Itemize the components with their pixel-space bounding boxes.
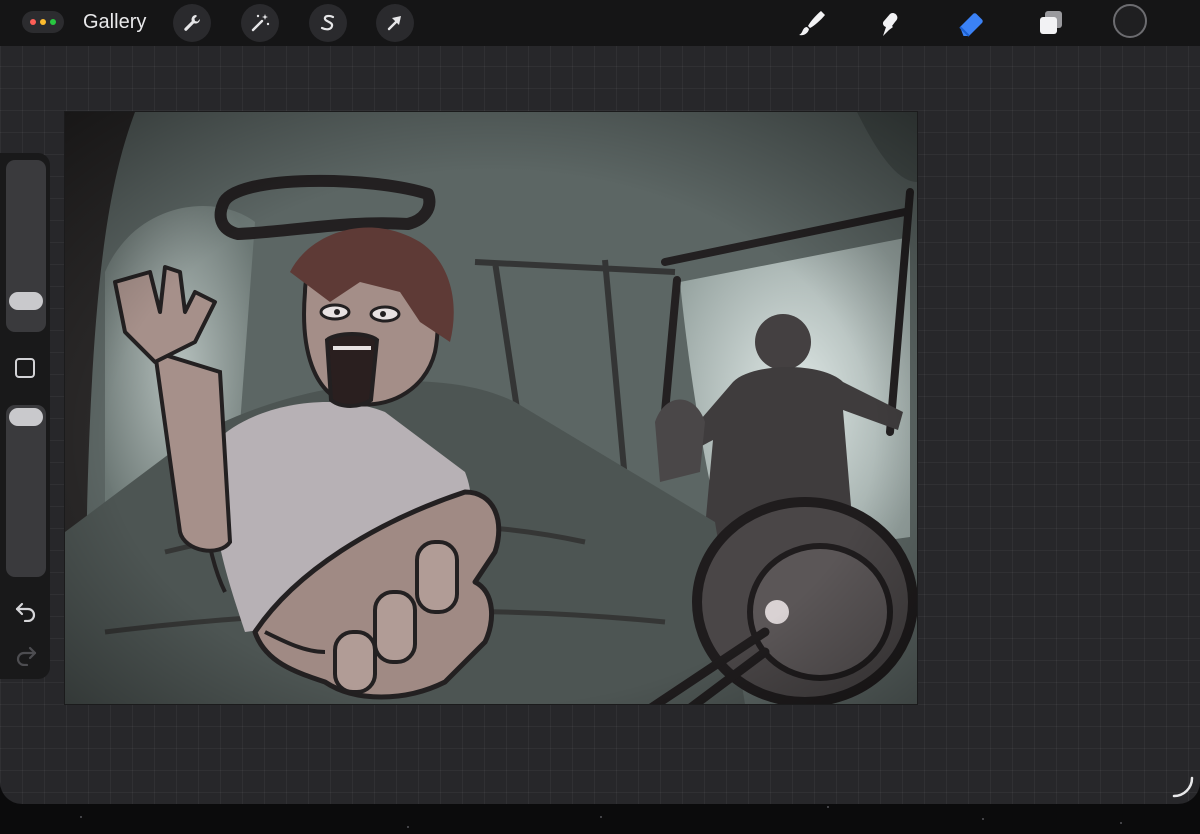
drawing-canvas[interactable] [65, 112, 917, 704]
actions-wrench-button[interactable] [173, 4, 211, 42]
brush-size-slider[interactable] [6, 160, 46, 332]
sidebar [0, 153, 50, 679]
dot-green [50, 19, 56, 25]
selection-button[interactable] [309, 4, 347, 42]
gallery-button[interactable]: Gallery [83, 10, 146, 34]
canvas-illustration [65, 112, 917, 704]
arrow-transform-icon [387, 16, 401, 31]
wrench-icon [184, 15, 201, 31]
opacity-thumb[interactable] [9, 408, 43, 426]
dot-red [30, 19, 36, 25]
redo-icon [16, 646, 37, 667]
modify-square-button[interactable] [15, 358, 35, 378]
undo-button[interactable] [13, 600, 39, 623]
magic-wand-icon [251, 14, 270, 32]
dock-dot [1120, 822, 1122, 824]
selection-s-icon [320, 14, 335, 31]
dock-dot [407, 826, 409, 828]
brush-icon [799, 11, 825, 36]
transform-button[interactable] [376, 4, 414, 42]
color-swatch-button[interactable] [1113, 4, 1147, 38]
eraser-tool-button[interactable] [951, 4, 991, 42]
brush-tool-button[interactable] [791, 4, 831, 42]
dock-dot [80, 816, 82, 818]
resize-corner-icon [1172, 776, 1194, 798]
dot-yellow [40, 19, 46, 25]
undo-icon [15, 602, 36, 623]
smudge-tool-button[interactable] [869, 4, 909, 42]
canvas-workspace: Gallery [0, 0, 1200, 804]
top-toolbar: Gallery [0, 0, 1200, 46]
adjustments-button[interactable] [241, 4, 279, 42]
layers-icon [1040, 11, 1062, 34]
redo-button[interactable] [13, 644, 39, 667]
dock-dot [982, 818, 984, 820]
layers-button[interactable] [1031, 4, 1071, 42]
menu-dots-button[interactable] [22, 11, 64, 33]
smudge-icon [882, 12, 898, 36]
dock-dot [600, 816, 602, 818]
dock-dot [827, 806, 829, 808]
eraser-icon [959, 13, 983, 37]
brush-size-thumb[interactable] [9, 292, 43, 310]
opacity-slider[interactable] [6, 405, 46, 577]
